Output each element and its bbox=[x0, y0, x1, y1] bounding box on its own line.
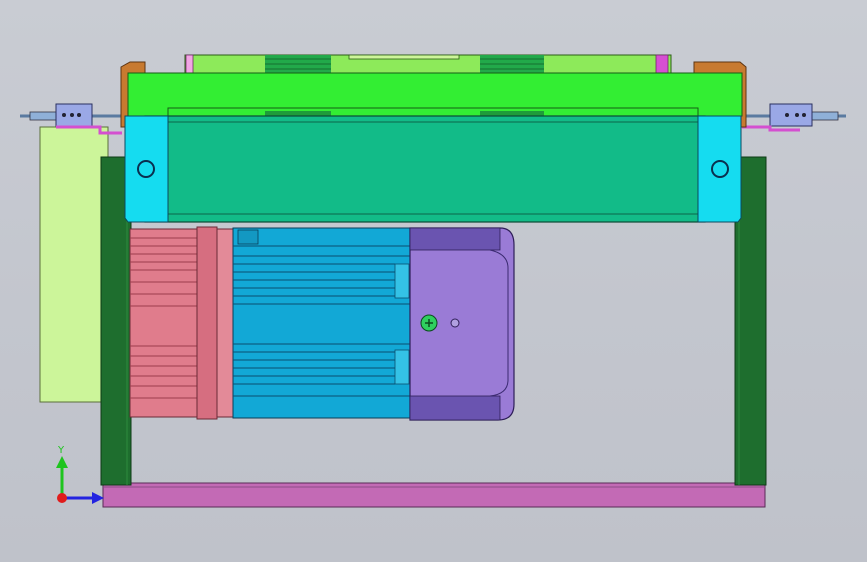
top-plate bbox=[127, 72, 743, 117]
view-triad-icon: Y bbox=[56, 445, 104, 504]
left-side-bracket bbox=[124, 115, 169, 223]
motor-rear-cap bbox=[129, 226, 235, 420]
right-mount-block bbox=[769, 103, 813, 127]
model-canvas[interactable]: Y bbox=[0, 0, 867, 562]
motor-body bbox=[232, 227, 411, 419]
axis-y-label: Y bbox=[57, 445, 65, 456]
screw-icon bbox=[420, 314, 438, 332]
left-mount-block bbox=[55, 103, 93, 127]
right-strap bbox=[742, 125, 800, 132]
base-plate bbox=[102, 482, 766, 508]
right-side-bracket bbox=[697, 115, 742, 223]
gearbox bbox=[409, 227, 515, 421]
top-belt bbox=[184, 54, 672, 76]
side-panel bbox=[39, 126, 109, 403]
conveyor-body bbox=[144, 115, 706, 223]
cad-viewport[interactable]: Y bbox=[0, 0, 867, 562]
